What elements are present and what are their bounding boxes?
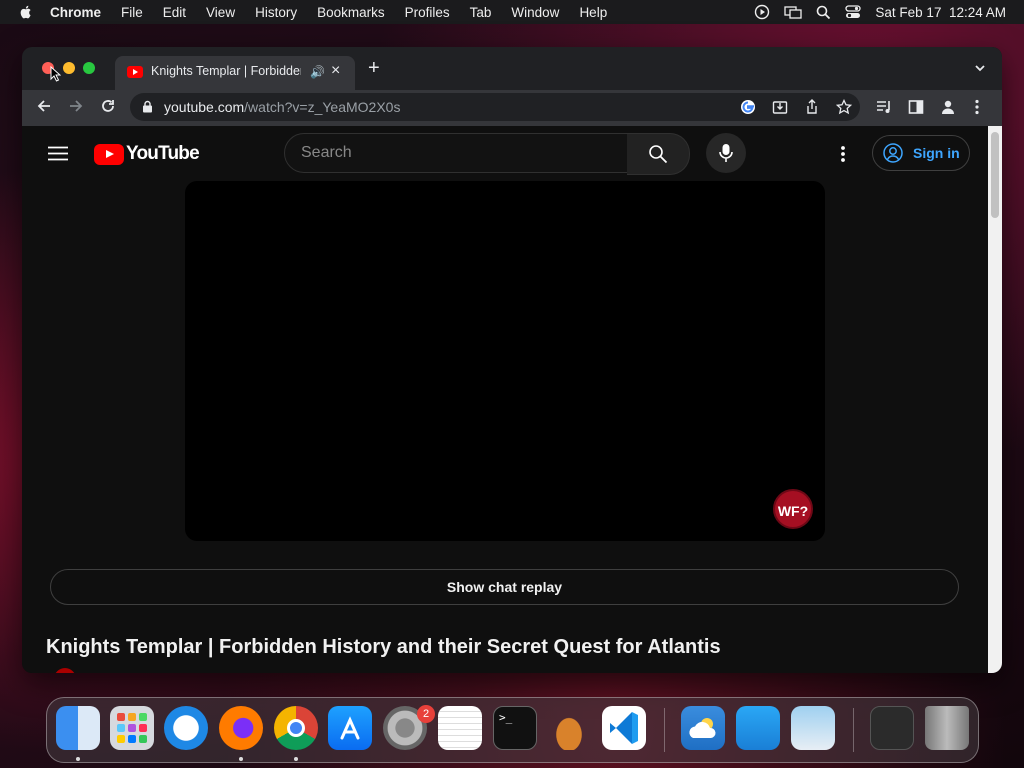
youtube-favicon-icon [127,66,143,78]
browser-window: Knights Templar | Forbidden History and … [22,47,1002,673]
settings-kebab-icon[interactable] [840,145,846,163]
media-controls-icon[interactable] [876,99,892,115]
page-scrollbar[interactable] [988,126,1002,673]
downloads-stack-icon[interactable] [870,706,914,750]
youtube-page: YouTube Search Sign in WF? Show chat rep… [22,126,988,673]
channel-avatar[interactable] [54,668,76,673]
menu-app-name[interactable]: Chrome [50,5,101,20]
window-zoom-button[interactable] [83,62,95,74]
show-chat-replay-button[interactable]: Show chat replay [50,569,959,605]
launchpad-grid-icon [117,713,147,743]
menu-tab[interactable]: Tab [470,5,492,20]
system-settings-badge: 2 [417,705,435,723]
menu-window[interactable]: Window [511,5,559,20]
youtube-play-logo-icon [94,143,124,165]
browser-toolbar: youtube.com/watch?v=z_YeaMO2X0s [22,90,1002,126]
garageband-icon[interactable] [547,706,591,750]
new-tab-button[interactable]: + [368,58,380,78]
chrome-menu-icon[interactable] [974,99,980,115]
search-input[interactable]: Search [284,133,629,173]
vscode-logo-icon [610,712,638,744]
google-lens-icon[interactable] [740,99,756,115]
lock-icon[interactable] [142,100,153,113]
menu-profiles[interactable]: Profiles [405,5,450,20]
voice-search-button[interactable] [706,133,746,173]
trash-icon[interactable] [925,706,969,750]
keynote-icon[interactable] [736,706,780,750]
app-store-icon[interactable] [328,706,372,750]
search-placeholder: Search [301,144,352,161]
tab-close-icon[interactable]: × [331,62,340,80]
reload-icon[interactable] [100,98,116,114]
tab-active[interactable]: Knights Templar | Forbidden History and … [115,56,355,90]
menu-edit[interactable]: Edit [163,5,186,20]
preview-icon[interactable] [791,706,835,750]
install-app-icon[interactable] [772,99,788,115]
youtube-logo-text: YouTube [126,143,200,164]
back-arrow-icon[interactable] [36,98,52,114]
menu-history[interactable]: History [255,5,297,20]
menu-bookmarks[interactable]: Bookmarks [317,5,385,20]
microphone-icon [719,144,733,162]
app-store-a-icon [340,716,360,740]
search-icon [649,145,668,164]
forward-arrow-icon[interactable] [68,98,84,114]
search-button[interactable] [627,133,690,175]
account-circle-icon [883,143,903,163]
menu-file[interactable]: File [121,5,143,20]
chrome-running-dot [294,757,298,761]
sign-in-button[interactable]: Sign in [872,135,970,171]
terminal-icon[interactable]: >_ [493,706,537,750]
tab-audio-icon[interactable]: 🔊 [310,65,325,79]
dock-separator-2 [853,708,854,752]
video-title: Knights Templar | Forbidden History and … [46,636,721,658]
screen-recording-icon[interactable] [754,4,770,20]
menu-view[interactable]: View [206,5,235,20]
finder-icon[interactable] [56,706,100,750]
window-minimize-button[interactable] [63,62,75,74]
address-bar[interactable]: youtube.com/watch?v=z_YeaMO2X0s [130,93,860,121]
channel-watermark-badge[interactable]: WF? [773,489,813,529]
hamburger-menu-icon[interactable] [48,146,68,161]
textedit-icon[interactable] [438,706,482,750]
url-host: youtube.com [164,99,245,115]
firefox-running-dot [239,757,243,761]
tab-title: Knights Templar | Forbidden History and … [151,64,301,78]
tab-search-chevron-icon[interactable] [974,62,986,74]
youtube-logo[interactable]: YouTube [94,143,200,165]
firefox-icon[interactable] [219,706,263,750]
display-mirroring-icon[interactable] [784,4,803,20]
menu-bar: Chrome File Edit View History Bookmarks … [0,0,1024,24]
video-player[interactable]: WF? [185,181,825,541]
dock: 2 >_ [46,697,979,763]
apple-menu-icon[interactable] [18,4,34,20]
share-icon[interactable] [804,99,820,115]
safari-icon[interactable] [164,706,208,750]
profile-icon[interactable] [940,99,956,115]
spotlight-search-icon[interactable] [816,5,831,20]
scrollbar-thumb[interactable] [991,132,999,218]
url-path: /watch?v=z_YeaMO2X0s [244,99,401,115]
weather-icon[interactable] [681,706,725,750]
finder-running-dot [76,757,80,761]
bookmark-star-icon[interactable] [836,99,852,115]
chrome-icon[interactable] [274,706,318,750]
tab-strip: Knights Templar | Forbidden History and … [22,47,1002,90]
control-center-icon[interactable] [845,5,862,19]
mouse-cursor-icon [50,66,61,82]
menubar-clock[interactable]: Sat Feb 17 12:24 AM [875,5,1006,20]
sign-in-label: Sign in [913,145,960,161]
url-text[interactable]: youtube.com/watch?v=z_YeaMO2X0s [164,99,400,115]
cloud-icon [689,718,716,738]
side-panel-icon[interactable] [908,99,924,115]
launchpad-icon[interactable] [110,706,154,750]
dock-separator [664,708,665,752]
vscode-icon[interactable] [602,706,646,750]
menu-help[interactable]: Help [579,5,607,20]
